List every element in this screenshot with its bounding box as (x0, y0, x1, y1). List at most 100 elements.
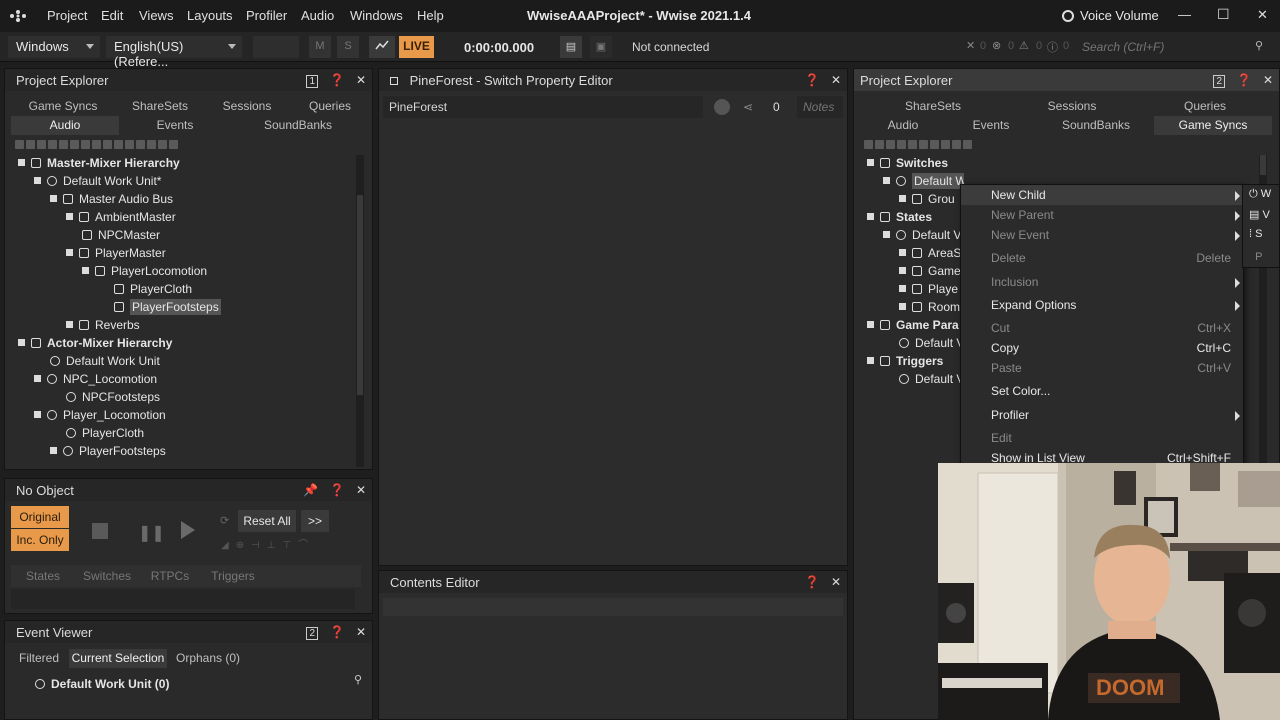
instance-badge[interactable]: 2 (306, 627, 319, 640)
tab-orphans[interactable]: Orphans (0) (173, 651, 243, 665)
close-button[interactable]: ✕ (1257, 7, 1268, 23)
segment-icon[interactable] (147, 140, 156, 149)
help-icon[interactable]: ❓ (330, 625, 345, 639)
expand-icon[interactable] (899, 267, 906, 275)
tree-node[interactable]: Switches (867, 155, 948, 173)
close-icon[interactable]: ✕ (831, 575, 841, 589)
tree-node[interactable]: NPCFootsteps (66, 389, 160, 407)
expand-icon[interactable] (50, 195, 57, 203)
blend-icon[interactable] (125, 140, 134, 149)
tab-queries[interactable]: Queries (303, 99, 357, 113)
tab-game-syncs[interactable]: Game Syncs (27, 99, 99, 113)
tree-node[interactable]: Actor-Mixer Hierarchy (18, 335, 172, 353)
menu-item-profiler[interactable]: Profiler (961, 405, 1245, 425)
tree-node[interactable]: PlayerFootsteps (50, 443, 166, 461)
original-button[interactable]: Original (11, 506, 69, 528)
workunit-icon[interactable] (886, 140, 895, 149)
expand-icon[interactable] (867, 321, 874, 329)
menu-item-set-color[interactable]: Set Color... (961, 381, 1245, 401)
tab-rtpcs[interactable]: RTPCs (147, 569, 193, 583)
music-icon[interactable] (136, 140, 145, 149)
menu-edit[interactable]: Edit (101, 8, 123, 23)
expand-icon[interactable] (18, 159, 25, 167)
voice-volume-icon[interactable] (1062, 10, 1074, 22)
sequence-icon[interactable] (103, 140, 112, 149)
tree-node[interactable]: PlayerCloth (66, 425, 144, 443)
sound-icon[interactable] (81, 140, 90, 149)
layout-select[interactable]: Windows (8, 36, 100, 58)
tree-node[interactable]: NPC_Locomotion (34, 371, 157, 389)
tab-events[interactable]: Events (135, 118, 215, 132)
submenu-item[interactable]: ⏻ W (1249, 188, 1271, 201)
menu-project[interactable]: Project (47, 8, 87, 23)
menu-audio[interactable]: Audio (301, 8, 334, 23)
tree-node[interactable]: Room (899, 299, 960, 317)
event-item[interactable]: Default Work Unit (0) (35, 676, 169, 694)
color-icon[interactable] (714, 99, 730, 115)
submenu-item[interactable]: P (1249, 251, 1262, 263)
tree-node[interactable]: AmbientMaster (66, 209, 176, 227)
actor-icon[interactable] (70, 140, 79, 149)
search-input[interactable] (1078, 37, 1268, 57)
tree-node[interactable]: NPCMaster (82, 227, 160, 245)
aux-icon[interactable] (59, 140, 68, 149)
menu-item-delete[interactable]: Delete Delete (961, 248, 1245, 268)
menu-item-edit[interactable]: Edit (961, 428, 1245, 448)
platform-slot[interactable] (253, 36, 299, 58)
remote-connect-button[interactable]: ▤ (560, 36, 582, 58)
bus-icon[interactable] (48, 140, 57, 149)
wwise-logo-icon[interactable] (8, 8, 28, 24)
maximize-button[interactable]: ☐ (1217, 6, 1230, 23)
expand-icon[interactable] (50, 447, 57, 455)
solo-button[interactable]: S (337, 36, 359, 58)
menu-help[interactable]: Help (417, 8, 444, 23)
warning-icon[interactable]: ⚠ (1019, 39, 1029, 52)
tab-sharesets[interactable]: ShareSets (902, 99, 964, 113)
tree-node[interactable]: Triggers (867, 353, 943, 371)
error-icon[interactable]: ⊗ (992, 39, 1001, 52)
tab-current-selection[interactable]: Current Selection (69, 649, 167, 668)
expand-icon[interactable] (66, 213, 73, 221)
link-icon[interactable] (963, 140, 972, 149)
trigger-icon[interactable] (930, 140, 939, 149)
menu-item-new-event[interactable]: New Event (961, 225, 1245, 245)
value-icon[interactable] (952, 140, 961, 149)
help-icon[interactable]: ❓ (330, 73, 345, 87)
expand-icon[interactable] (867, 213, 874, 221)
more-button[interactable]: >> (301, 510, 329, 532)
tab-soundbanks[interactable]: SoundBanks (1056, 118, 1136, 132)
share-icon[interactable]: ⋖ (743, 100, 753, 114)
menu-layouts[interactable]: Layouts (187, 8, 233, 23)
close-icon[interactable]: ✕ (356, 73, 366, 87)
tab-states[interactable]: States (17, 569, 69, 583)
pin-icon[interactable]: 📌 (303, 483, 318, 497)
tab-soundbanks[interactable]: SoundBanks (253, 118, 343, 132)
expand-icon[interactable] (899, 249, 906, 257)
expand-icon[interactable] (34, 177, 41, 185)
inc-only-button[interactable]: Inc. Only (11, 529, 69, 551)
help-icon[interactable]: ❓ (805, 575, 820, 589)
tree-node[interactable]: Reverbs (66, 317, 140, 335)
submenu-item[interactable]: ⁞ S (1249, 228, 1262, 240)
expand-icon[interactable] (34, 411, 41, 419)
tab-game-syncs[interactable]: Game Syncs (1154, 116, 1272, 135)
play-icon[interactable] (181, 521, 195, 539)
tree-node[interactable]: Game Para (867, 317, 959, 335)
help-icon[interactable]: ❓ (330, 483, 345, 497)
minimize-button[interactable]: — (1178, 7, 1191, 22)
new-icon[interactable] (864, 140, 873, 149)
scrollbar-thumb[interactable] (1260, 155, 1266, 175)
tab-audio[interactable]: Audio (880, 118, 926, 132)
close-icon[interactable]: ✕ (1263, 73, 1273, 87)
language-select[interactable]: English(US) (Refere... (106, 36, 242, 69)
scrollbar-thumb[interactable] (357, 195, 363, 395)
tab-switches[interactable]: Switches (81, 569, 133, 583)
random-icon[interactable] (92, 140, 101, 149)
tab-queries[interactable]: Queries (1180, 99, 1230, 113)
tab-sharesets[interactable]: ShareSets (129, 99, 191, 113)
tree-node[interactable]: Master Audio Bus (50, 191, 173, 209)
track-icon[interactable] (158, 140, 167, 149)
tree-node[interactable]: Playe (899, 281, 958, 299)
tree-node[interactable]: PlayerMaster (66, 245, 166, 263)
info-icon[interactable]: ⓘ (1047, 39, 1058, 55)
